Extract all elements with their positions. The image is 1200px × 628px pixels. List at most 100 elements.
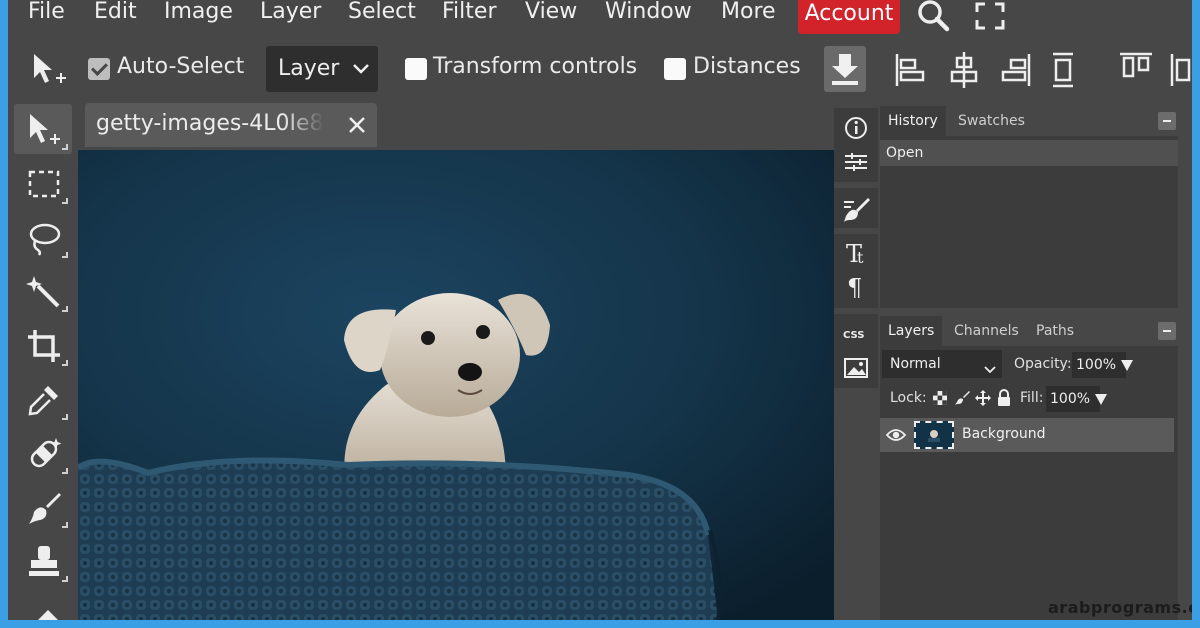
tool-flyout-indicator (62, 306, 68, 312)
menu-more[interactable]: More (721, 0, 776, 30)
panel-icon-strip: Tt ¶ CSS (834, 104, 878, 620)
move-tool-icon (30, 52, 68, 92)
transform-controls-label: Transform controls (433, 54, 638, 79)
tool-flyout-indicator (62, 414, 68, 420)
auto-select-target-value: Layer (278, 56, 340, 81)
watermark-text: arabprograms.org (1048, 598, 1192, 617)
eraser-tool[interactable] (14, 590, 72, 620)
marquee-select-tool[interactable] (14, 158, 72, 208)
info-icon[interactable] (840, 112, 872, 144)
fill-slider-toggle[interactable] (1095, 394, 1107, 405)
history-panel: History Swatches Open (880, 106, 1178, 308)
tool-flyout-indicator (62, 360, 68, 366)
distances-checkbox[interactable] (664, 58, 686, 80)
eye-icon[interactable] (885, 426, 907, 448)
tab-history[interactable]: History (880, 106, 946, 136)
transform-controls-checkbox[interactable] (405, 58, 427, 80)
menu-view[interactable]: View (525, 0, 577, 30)
distribute-top-icon[interactable] (1118, 50, 1154, 90)
layer-row[interactable]: Background (880, 418, 1174, 452)
tool-flyout-indicator (62, 198, 68, 204)
menu-bar: File Edit Image Layer Select Filter View… (8, 0, 1192, 36)
tool-flyout-indicator (62, 144, 68, 150)
distances-label: Distances (693, 54, 801, 79)
align-left-icon[interactable] (892, 50, 928, 90)
tab-swatches[interactable]: Swatches (950, 106, 1033, 136)
image-icon[interactable] (840, 352, 872, 384)
healing-tool[interactable] (14, 428, 72, 478)
layer-thumbnail (914, 421, 954, 449)
menu-image[interactable]: Image (164, 0, 233, 30)
tool-flyout-indicator (62, 468, 68, 474)
svg-text:t: t (857, 248, 864, 267)
document-tab[interactable]: getty-images-4L0Ie8V (85, 103, 377, 147)
search-icon[interactable] (916, 0, 952, 34)
svg-text:CSS: CSS (843, 330, 864, 341)
menu-filter[interactable]: Filter (442, 0, 496, 30)
opacity-slider-toggle[interactable] (1121, 360, 1133, 371)
menu-edit[interactable]: Edit (94, 0, 137, 30)
opacity-label: Opacity: (1014, 356, 1072, 372)
align-top-icon[interactable] (1048, 50, 1084, 90)
options-bar: Auto-Select Layer Transform controls Dis… (8, 38, 1192, 100)
canvas-area[interactable] (78, 150, 834, 620)
fill-input[interactable]: 100% (1046, 386, 1100, 412)
lock-label: Lock: (890, 390, 927, 406)
crop-tool[interactable] (14, 320, 72, 370)
menu-file[interactable]: File (28, 0, 65, 30)
photopea-window: File Edit Image Layer Select Filter View… (8, 0, 1192, 620)
close-icon[interactable] (347, 115, 367, 139)
lock-all-icon[interactable] (996, 389, 1012, 411)
magic-wand-tool[interactable] (14, 266, 72, 316)
tool-flyout-indicator (62, 576, 68, 582)
chevron-down-icon (352, 56, 370, 84)
align-center-horizontal-icon[interactable] (946, 50, 982, 90)
account-button[interactable]: Account (798, 0, 900, 34)
paragraph-icon[interactable]: ¶ (840, 270, 872, 302)
chevron-down-icon (984, 358, 996, 386)
blend-mode-value: Normal (890, 356, 941, 372)
panel-minimize-button[interactable] (1158, 322, 1176, 340)
tab-layers[interactable]: Layers (880, 316, 943, 346)
auto-select-label: Auto-Select (117, 54, 245, 79)
move-tool[interactable] (14, 104, 72, 154)
history-panel-tabs: History Swatches (880, 106, 1178, 136)
svg-text:¶: ¶ (847, 274, 862, 302)
fill-label: Fill: (1020, 390, 1044, 406)
layer-name: Background (962, 426, 1046, 442)
lock-position-icon[interactable] (975, 390, 991, 410)
panel-minimize-button[interactable] (1158, 112, 1176, 130)
fullscreen-icon[interactable] (972, 0, 1008, 34)
strip-group-type: Tt ¶ (834, 234, 878, 308)
strip-group-css: CSS (834, 314, 878, 388)
tab-channels[interactable]: Channels (946, 316, 1027, 346)
lock-pixels-icon[interactable] (954, 390, 970, 410)
auto-select-target-dropdown[interactable]: Layer (266, 46, 378, 92)
tool-flyout-indicator (62, 522, 68, 528)
adjustments-icon[interactable] (840, 146, 872, 178)
document-tab-title: getty-images-4L0Ie8V (96, 111, 324, 136)
css-icon[interactable]: CSS (840, 318, 872, 350)
blend-mode-dropdown[interactable]: Normal (882, 350, 1002, 378)
tab-paths[interactable]: Paths (1028, 316, 1082, 346)
menu-window[interactable]: Window (605, 0, 692, 30)
brush-settings-icon[interactable] (840, 192, 872, 224)
clone-stamp-tool[interactable] (14, 536, 72, 586)
tool-flyout-indicator (62, 252, 68, 258)
lock-transparency-icon[interactable] (932, 390, 948, 410)
auto-select-checkbox[interactable] (88, 58, 110, 80)
distribute-left-icon[interactable] (1168, 50, 1192, 90)
lasso-tool[interactable] (14, 212, 72, 262)
opacity-input[interactable]: 100% (1072, 352, 1126, 378)
strip-group-info (834, 108, 878, 182)
align-right-icon[interactable] (998, 50, 1034, 90)
download-button[interactable] (824, 46, 866, 92)
menu-select[interactable]: Select (348, 0, 416, 30)
strip-group-brush (834, 188, 878, 228)
history-entry[interactable]: Open (880, 140, 1178, 166)
menu-layer[interactable]: Layer (260, 0, 321, 30)
eyedropper-tool[interactable] (14, 374, 72, 424)
layers-panel-tabs: Layers Channels Paths (880, 316, 1178, 346)
character-icon[interactable]: Tt (840, 236, 872, 268)
brush-tool[interactable] (14, 482, 72, 532)
